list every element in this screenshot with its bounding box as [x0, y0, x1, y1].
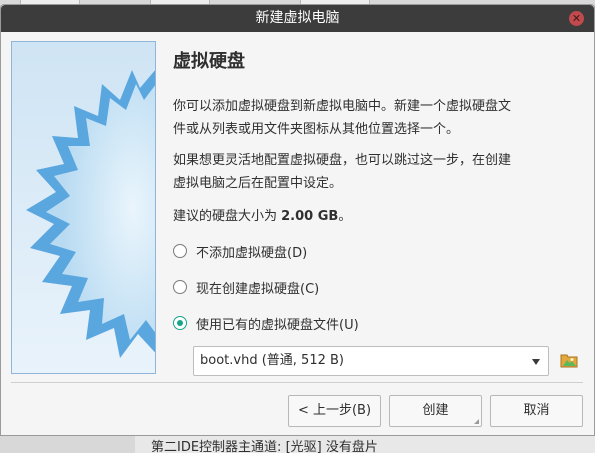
- starburst-illustration: [12, 42, 155, 373]
- option-label: 使用已有的虚拟硬盘文件(U): [196, 317, 359, 333]
- cancel-button[interactable]: 取消: [490, 395, 583, 427]
- radio-no-disk[interactable]: [173, 244, 187, 258]
- back-button-label: < 上一步(B): [297, 403, 372, 418]
- description-text: 你可以添加虚拟硬盘到新虚拟电脑中。新建一个虚拟硬盘文 件或从列表或用文件夹图标从…: [173, 95, 583, 141]
- cancel-button-label: 取消: [523, 403, 550, 418]
- chevron-down-icon[interactable]: [532, 359, 540, 365]
- option-no-disk[interactable]: 不添加虚拟硬盘(D): [173, 241, 307, 261]
- background-storage-info: 第二IDE控制器主通道: [光驱] 没有盘片: [135, 435, 595, 453]
- option-existing-disk[interactable]: 使用已有的虚拟硬盘文件(U): [173, 313, 359, 333]
- description-line: 你可以添加虚拟硬盘到新虚拟电脑中。新建一个虚拟硬盘文: [173, 99, 512, 114]
- radio-create-disk[interactable]: [173, 280, 187, 294]
- disk-file-value: boot.vhd (普通, 512 B): [200, 353, 344, 368]
- back-button[interactable]: < 上一步(B): [288, 395, 381, 427]
- wizard-content: 虚拟硬盘 你可以添加虚拟硬盘到新虚拟电脑中。新建一个虚拟硬盘文 件或从列表或用文…: [173, 41, 583, 376]
- option-create-disk[interactable]: 现在创建虚拟硬盘(C): [173, 277, 319, 297]
- option-label: 现在创建虚拟硬盘(C): [196, 281, 320, 297]
- description-line: 件或从列表或用文件夹图标从其他位置选择一个。: [173, 122, 460, 137]
- dialog-title: 新建虚拟电脑: [255, 10, 340, 26]
- option-label: 不添加虚拟硬盘(D): [196, 245, 308, 261]
- hint-line: 如果想更灵活地配置虚拟硬盘，也可以跳过这一步，在创建: [173, 153, 512, 168]
- close-icon[interactable]: ✕: [569, 11, 584, 26]
- create-button[interactable]: 创建: [389, 395, 482, 427]
- suggested-size-value: 2.00 GB: [281, 209, 339, 224]
- wizard-side-image: [11, 41, 156, 374]
- new-vm-dialog: 新建虚拟电脑 ✕ 虚拟硬盘 你可以添加虚拟硬盘到新虚拟电脑中。新建一个虚拟硬盘文: [0, 4, 595, 436]
- footer-divider: [11, 382, 583, 383]
- suggested-size-suffix: 。: [338, 209, 352, 224]
- hint-text: 如果想更灵活地配置虚拟硬盘，也可以跳过这一步，在创建 虚拟电脑之后在配置中设定。: [173, 149, 583, 195]
- radio-existing-disk[interactable]: [173, 316, 187, 330]
- suggested-size-prefix: 建议的硬盘大小为: [173, 209, 282, 224]
- create-button-label: 创建: [422, 403, 449, 418]
- folder-icon[interactable]: [560, 352, 578, 368]
- page-title: 虚拟硬盘: [173, 51, 245, 72]
- disk-file-select[interactable]: boot.vhd (普通, 512 B): [193, 346, 549, 376]
- suggested-size-text: 建议的硬盘大小为 2.00 GB。: [173, 205, 583, 228]
- resize-grip-icon: [474, 419, 479, 424]
- dialog-titlebar: 新建虚拟电脑 ✕: [1, 5, 594, 32]
- hint-line: 虚拟电脑之后在配置中设定。: [173, 176, 343, 191]
